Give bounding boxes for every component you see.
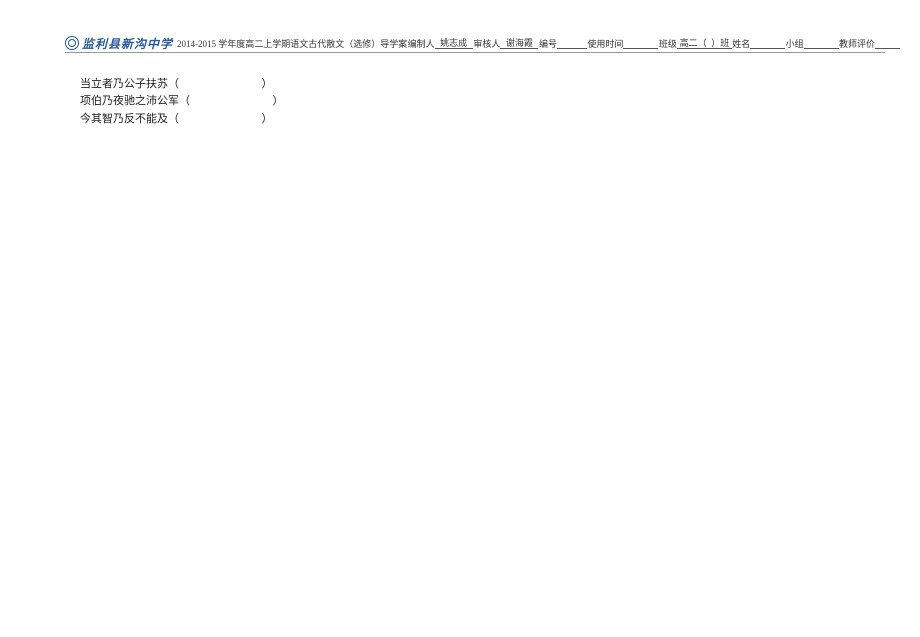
teacher-eval-label: 教师评价 — [839, 37, 875, 50]
teacher-eval-value — [875, 37, 900, 49]
header-divider — [65, 52, 885, 53]
usage-time-value — [623, 37, 658, 49]
group-label: 小组 — [786, 37, 804, 50]
school-logo-icon — [65, 36, 79, 50]
reviewer-label: 审核人 — [473, 37, 500, 50]
course-info: 2014-2015 学年度高二上学期语文古代散文（选修）导学案 — [177, 37, 407, 50]
content-line-3: 今其智乃反不能及（ ） — [80, 112, 284, 127]
compiler-value: 姚志成 — [435, 37, 473, 49]
name-value — [750, 37, 785, 49]
number-label: 编号 — [539, 37, 557, 50]
content-line-2: 项伯乃夜驰之沛公军（ ） — [80, 94, 284, 109]
document-content: 当立者乃公子扶苏（ ） 项伯乃夜驰之沛公军（ ） 今其智乃反不能及（ ） — [80, 77, 284, 129]
content-line-1: 当立者乃公子扶苏（ ） — [80, 77, 284, 92]
reviewer-value: 谢海霞 — [500, 37, 538, 49]
school-logo-container: 监利县新沟中学 — [65, 35, 173, 52]
school-name: 监利县新沟中学 — [82, 35, 173, 52]
document-header: 监利县新沟中学 2014-2015 学年度高二上学期语文古代散文（选修）导学案 … — [65, 35, 900, 51]
name-label: 姓名 — [732, 37, 750, 50]
class-label: 班级 — [659, 37, 677, 50]
usage-time-label: 使用时间 — [587, 37, 623, 50]
compiler-label: 编制人 — [408, 37, 435, 50]
number-value — [557, 37, 587, 49]
class-value: 高二（ ）班 — [677, 37, 732, 49]
group-value — [804, 37, 839, 49]
